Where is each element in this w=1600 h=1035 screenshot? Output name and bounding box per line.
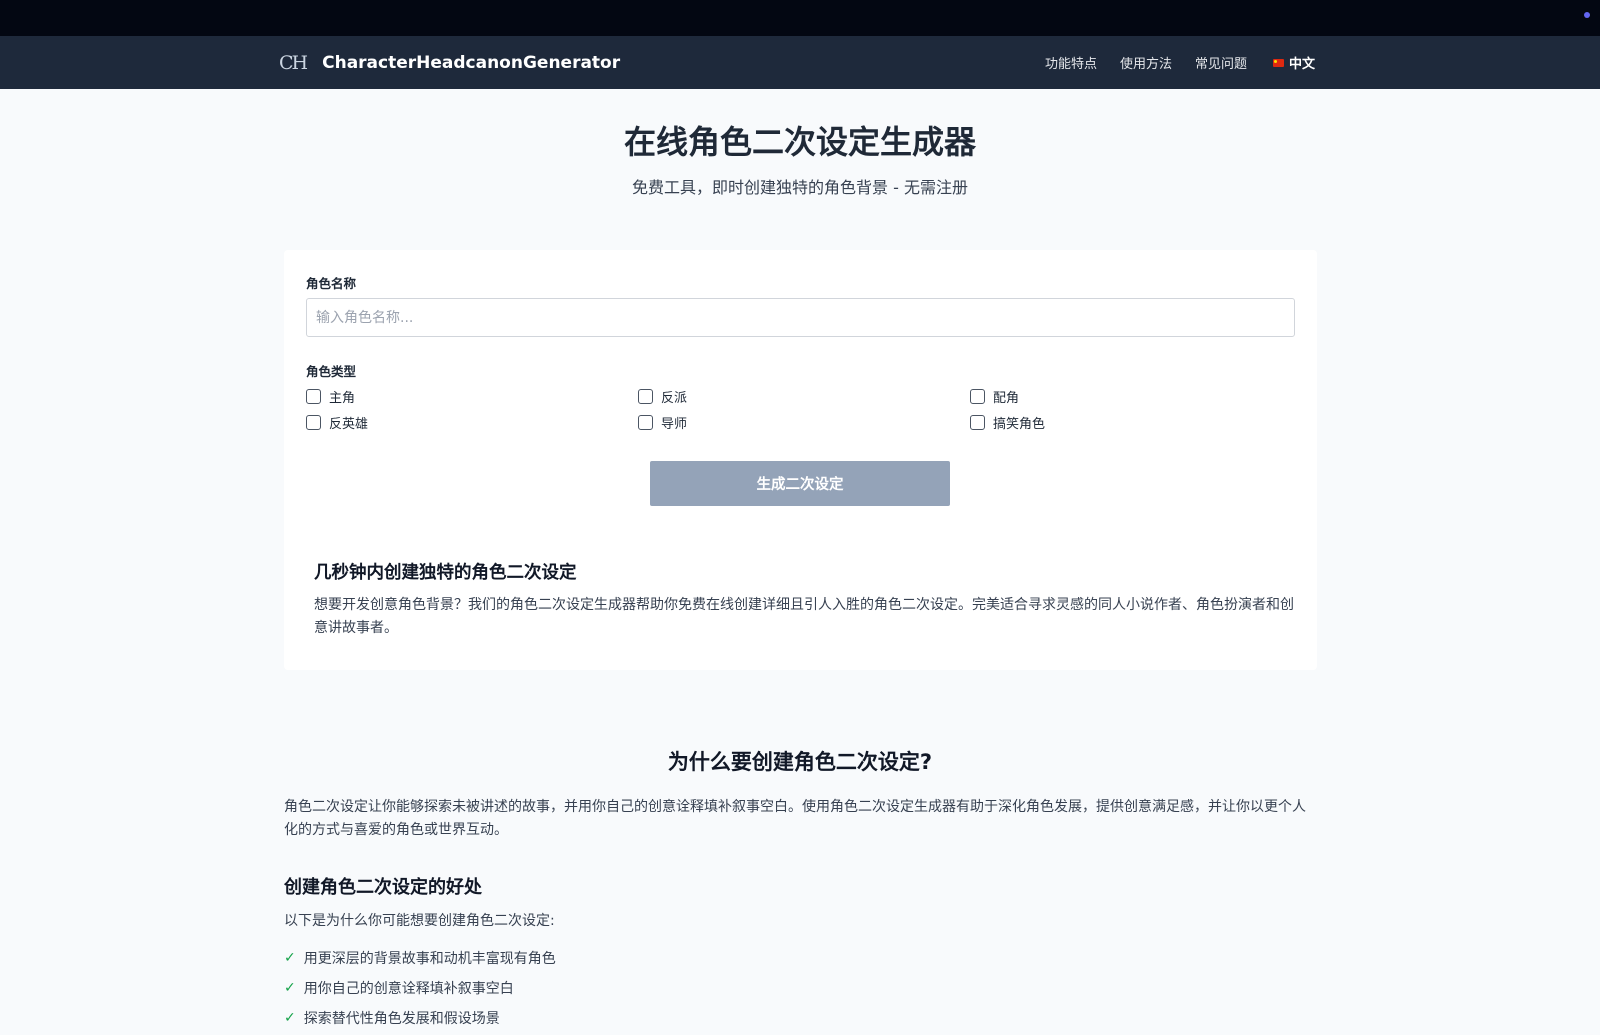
type-checkbox-villain[interactable]: 反派 xyxy=(638,387,687,406)
language-switcher[interactable]: 中文 xyxy=(1272,53,1315,72)
language-label: 中文 xyxy=(1288,57,1315,72)
benefit-text: 用你自己的创意诠释填补叙事空白 xyxy=(303,981,514,997)
benefit-item: ✓ 用你自己的创意诠释填补叙事空白 xyxy=(284,978,514,998)
type-label-mentor: 导师 xyxy=(661,417,688,432)
checkmark-icon: ✓ xyxy=(284,950,296,966)
type-checkbox-protagonist[interactable]: 主角 xyxy=(306,387,355,406)
benefit-text: 用更深层的背景故事和动机丰富现有角色 xyxy=(303,951,556,967)
checkbox-icon[interactable] xyxy=(306,389,321,404)
brand-name: CharacterHeadcanonGenerator xyxy=(322,52,621,73)
intro-text: 想要开发创意角色背景？我们的角色二次设定生成器帮助你免费在线创建详细且引人入胜的… xyxy=(314,597,1294,636)
type-label-protagonist: 主角 xyxy=(329,391,356,406)
benefits-heading: 创建角色二次设定的好处 xyxy=(284,877,482,898)
checkbox-icon[interactable] xyxy=(970,415,985,430)
type-checkbox-mentor[interactable]: 导师 xyxy=(638,413,687,432)
benefits-intro: 以下是为什么你可能想要创建角色二次设定: xyxy=(284,913,555,929)
indicator-dot xyxy=(1584,12,1590,18)
page-subtitle: 免费工具，即时创建独特的角色背景 - 无需注册 xyxy=(632,178,968,197)
brand[interactable]: CH CharacterHeadcanonGenerator xyxy=(279,52,620,74)
nav-links: 功能特点 使用方法 常见问题 中文 xyxy=(1045,53,1315,72)
type-label-supporting: 配角 xyxy=(993,391,1020,406)
navbar: CH CharacterHeadcanonGenerator 功能特点 使用方法… xyxy=(0,36,1600,89)
browser-top-bar xyxy=(0,0,1600,36)
brand-logo-icon: CH xyxy=(279,51,308,74)
type-label-villain: 反派 xyxy=(661,391,688,406)
character-name-input[interactable] xyxy=(306,298,1295,337)
checkbox-icon[interactable] xyxy=(970,389,985,404)
type-label-comic-relief: 搞笑角色 xyxy=(993,417,1046,432)
why-heading: 为什么要创建角色二次设定? xyxy=(667,750,933,774)
why-text: 角色二次设定让你能够探索未被讲述的故事，并用你自己的创意诠释填补叙事空白。使用角… xyxy=(284,799,1306,838)
page-title: 在线角色二次设定生成器 xyxy=(623,123,976,161)
character-type-label: 角色类型 xyxy=(306,364,357,379)
type-checkbox-comic-relief[interactable]: 搞笑角色 xyxy=(970,413,1045,432)
generator-card: 角色名称 角色类型 主角 反派 配角 反英雄 导师 搞笑角色 生成二次设定 几秒… xyxy=(284,250,1317,670)
type-checkbox-supporting[interactable]: 配角 xyxy=(970,387,1019,406)
nav-link-faq[interactable]: 常见问题 xyxy=(1195,53,1247,72)
checkmark-icon: ✓ xyxy=(284,980,296,996)
nav-link-features[interactable]: 功能特点 xyxy=(1045,53,1097,72)
generate-button[interactable]: 生成二次设定 xyxy=(650,461,950,506)
intro-heading: 几秒钟内创建独特的角色二次设定 xyxy=(314,563,577,583)
checkbox-icon[interactable] xyxy=(638,415,653,430)
checkbox-icon[interactable] xyxy=(638,389,653,404)
benefit-item: ✓ 探索替代性角色发展和假设场景 xyxy=(284,1008,500,1028)
navbar-inner: CH CharacterHeadcanonGenerator 功能特点 使用方法… xyxy=(279,36,1315,89)
china-flag-icon xyxy=(1272,58,1284,67)
character-name-label: 角色名称 xyxy=(306,276,357,291)
checkmark-icon: ✓ xyxy=(284,1010,296,1026)
type-label-antihero: 反英雄 xyxy=(329,417,369,432)
type-checkbox-antihero[interactable]: 反英雄 xyxy=(306,413,368,432)
benefit-item: ✓ 用更深层的背景故事和动机丰富现有角色 xyxy=(284,948,556,968)
benefit-text: 探索替代性角色发展和假设场景 xyxy=(303,1011,500,1027)
nav-link-how-to-use[interactable]: 使用方法 xyxy=(1120,53,1172,72)
checkbox-icon[interactable] xyxy=(306,415,321,430)
